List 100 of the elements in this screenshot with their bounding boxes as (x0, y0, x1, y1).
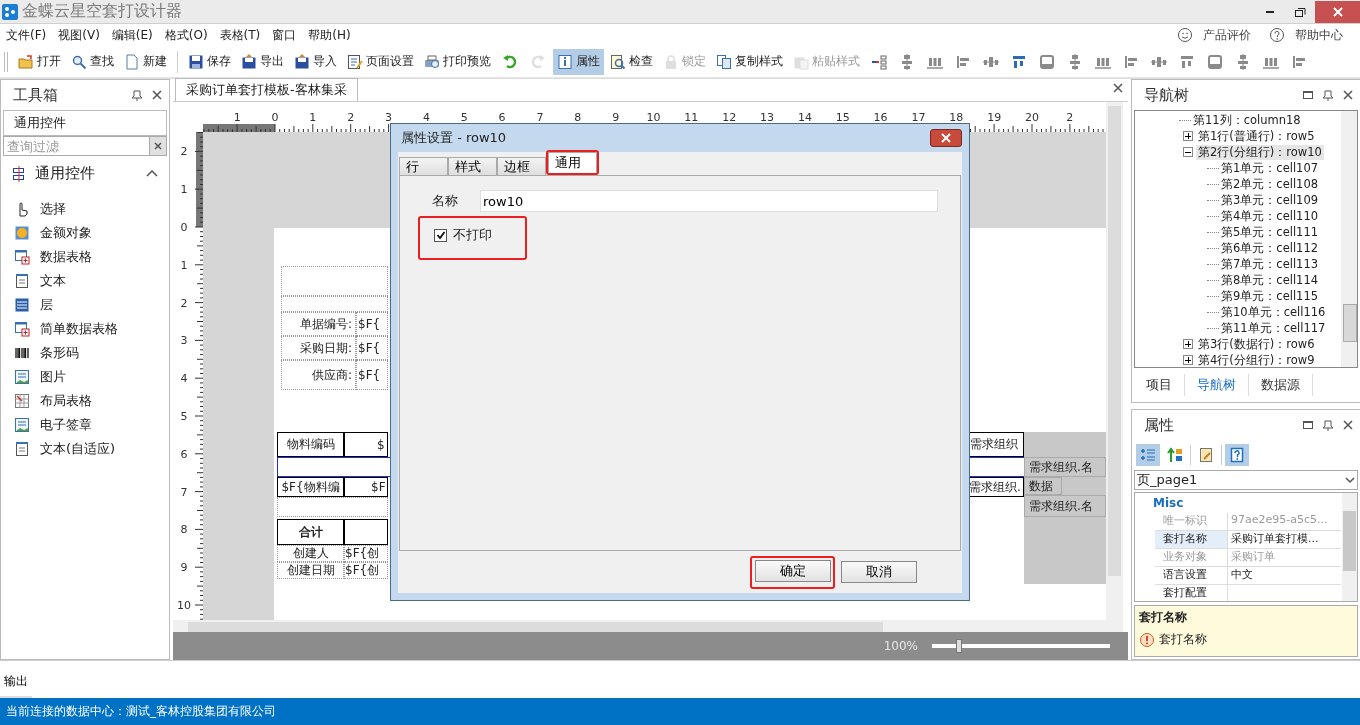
toolbar-button[interactable]: 复制样式 (712, 48, 787, 75)
ruler-number: 6 (498, 111, 506, 124)
toolbox-item[interactable]: 数据表格 (40, 248, 92, 266)
toolbar-button[interactable]: 属性 (553, 48, 604, 75)
menu-item[interactable]: 窗口 (266, 26, 303, 44)
categorized-button[interactable] (1136, 444, 1160, 466)
toolbar-button[interactable]: 新建 (120, 48, 171, 75)
dialog-button[interactable]: 确定 (755, 559, 831, 582)
menu-item[interactable]: 帮助(H) (302, 26, 357, 44)
vertical-scrollbar[interactable] (1106, 102, 1123, 620)
category-title[interactable]: Misc (1153, 496, 1184, 510)
toolbar-button[interactable]: 导入 (290, 48, 341, 75)
field-label: 名称 (432, 192, 458, 210)
tree-item[interactable]: 第3行(数据行)：row6 (1196, 336, 1317, 352)
object-dropdown[interactable]: 页_page1 (1134, 470, 1358, 490)
vertical-scrollbar[interactable] (1341, 111, 1357, 367)
expand-toggle[interactable] (1183, 131, 1193, 141)
toolbar-button[interactable]: 打开 (14, 48, 65, 75)
tab[interactable]: 边框 (497, 157, 546, 175)
toolbox-item[interactable]: 图片 (40, 368, 66, 386)
table-cell: 需求组织.名 (1024, 457, 1106, 477)
output-tab[interactable]: 输出 (0, 673, 32, 698)
name-field[interactable]: row10 (480, 190, 938, 212)
toolbar-button[interactable]: 检查 (606, 48, 657, 75)
toolbar-button[interactable]: 页面设置 (343, 48, 418, 75)
tree-item[interactable]: 第1行(普通行)：row5 (1196, 128, 1317, 144)
tree-item[interactable]: 第8单元：cell114 (1219, 272, 1321, 288)
restore-icon (1292, 5, 1308, 18)
panel-title: 工具箱 (13, 85, 59, 105)
ruler-number: 8 (180, 523, 188, 537)
toolbar-button[interactable]: 打印预览 (420, 48, 495, 75)
toolbar-button[interactable]: 查找 (67, 48, 118, 75)
list-icon (14, 297, 30, 313)
toolbox-item[interactable]: 文本 (40, 272, 66, 290)
tree-item[interactable]: 第2行(分组行)：row10 (1196, 144, 1324, 160)
undo-arrow-icon (502, 53, 518, 70)
tab[interactable]: 样式 (448, 157, 497, 175)
toolbox-item[interactable]: 层 (40, 296, 53, 314)
vertical-scrollbar[interactable] (1342, 493, 1357, 601)
table-cell: 数据 (1024, 477, 1062, 495)
menu-item[interactable]: 编辑(E) (105, 26, 159, 44)
menu-item[interactable]: 格式(O) (158, 26, 214, 44)
tree-item[interactable]: 第6单元：cell112 (1219, 240, 1321, 256)
checkbox-label[interactable]: 不打印 (453, 226, 492, 244)
checkbox[interactable] (434, 228, 447, 242)
tree-item[interactable]: 第5单元：cell111 (1219, 224, 1321, 240)
tree-item[interactable]: 第7单元：cell113 (1219, 256, 1321, 272)
tab[interactable]: 数据源 (1249, 374, 1313, 396)
dialog-button[interactable]: 取消 (841, 561, 917, 583)
property-row[interactable]: 套打配置 (1155, 585, 1341, 601)
toolbox-item[interactable]: 布局表格 (40, 392, 92, 410)
table-cell: 创建日期 (277, 562, 344, 579)
page-edit-icon (347, 53, 363, 70)
collapse-toggle[interactable] (1183, 147, 1193, 157)
tree-item[interactable]: 第11单元：cell117 (1219, 320, 1328, 336)
tree-item[interactable]: 第1单元：cell107 (1219, 160, 1321, 176)
menu-item[interactable]: 视图(V) (52, 26, 106, 44)
expand-toggle[interactable] (1183, 339, 1193, 349)
menu-item[interactable]: 表格(T) (213, 26, 267, 44)
tree-item[interactable]: 第2单元：cell108 (1219, 176, 1321, 192)
close-icon (940, 132, 952, 144)
menu-item[interactable]: 文件(F) (0, 26, 53, 44)
header-link[interactable]: 产品评价 (1203, 26, 1251, 44)
clear-button[interactable] (150, 136, 167, 156)
app-icon (2, 3, 18, 20)
ruler-number: 4 (180, 372, 188, 386)
toolbox-item[interactable]: 金额对象 (40, 224, 92, 242)
header-link[interactable]: 帮助中心 (1295, 26, 1343, 44)
pin-icon (1322, 419, 1334, 431)
toolbox-item[interactable]: 电子签章 (40, 416, 92, 434)
tree-item[interactable]: 第4单元：cell110 (1219, 208, 1321, 224)
group-title[interactable]: 通用控件 (35, 164, 137, 183)
expand-toggle[interactable] (1183, 355, 1193, 365)
property-row[interactable]: 语言设置 中文 (1155, 567, 1341, 585)
tab[interactable]: 通用 (548, 152, 597, 173)
tree-item[interactable]: 第9单元：cell115 (1219, 288, 1321, 304)
close-button[interactable] (930, 129, 962, 147)
toolbox-item[interactable]: 条形码 (40, 344, 79, 362)
tab[interactable]: 项目 (1134, 374, 1185, 396)
toolbar-button[interactable]: 导出 (237, 48, 288, 75)
tab[interactable]: 导航树 (1185, 374, 1249, 396)
toolbox-item[interactable]: 选择 (40, 200, 66, 218)
tree-item[interactable]: 第10单元：cell116 (1219, 304, 1328, 320)
property-row[interactable]: 套打名称 采购订单套打模... (1155, 531, 1341, 549)
tab[interactable]: 行 (399, 157, 448, 175)
tree-item[interactable]: 第3单元：cell109 (1219, 192, 1321, 208)
toolbox-item[interactable]: 文本(自适应) (40, 440, 116, 458)
ruler-number: 6 (180, 447, 188, 461)
toolbox-item[interactable]: 简单数据表格 (40, 320, 118, 338)
category-tab[interactable]: 通用控件 (3, 110, 167, 136)
panel-title: 属性 (1144, 415, 1175, 435)
slider-thumb[interactable] (956, 639, 963, 654)
document-tab[interactable]: 采购订单套打模板-客林集采 (175, 78, 358, 101)
filter-field[interactable]: 查询过滤 (3, 136, 150, 156)
tree-item[interactable]: 第11列：column18 (1191, 112, 1303, 128)
help-button[interactable] (1225, 444, 1249, 466)
tree-item[interactable]: 第4行(分组行)：row9 (1196, 352, 1317, 367)
horizontal-scrollbar[interactable] (173, 620, 1123, 633)
bars-icon (1067, 53, 1083, 70)
toolbar-button[interactable]: 保存 (184, 48, 235, 75)
